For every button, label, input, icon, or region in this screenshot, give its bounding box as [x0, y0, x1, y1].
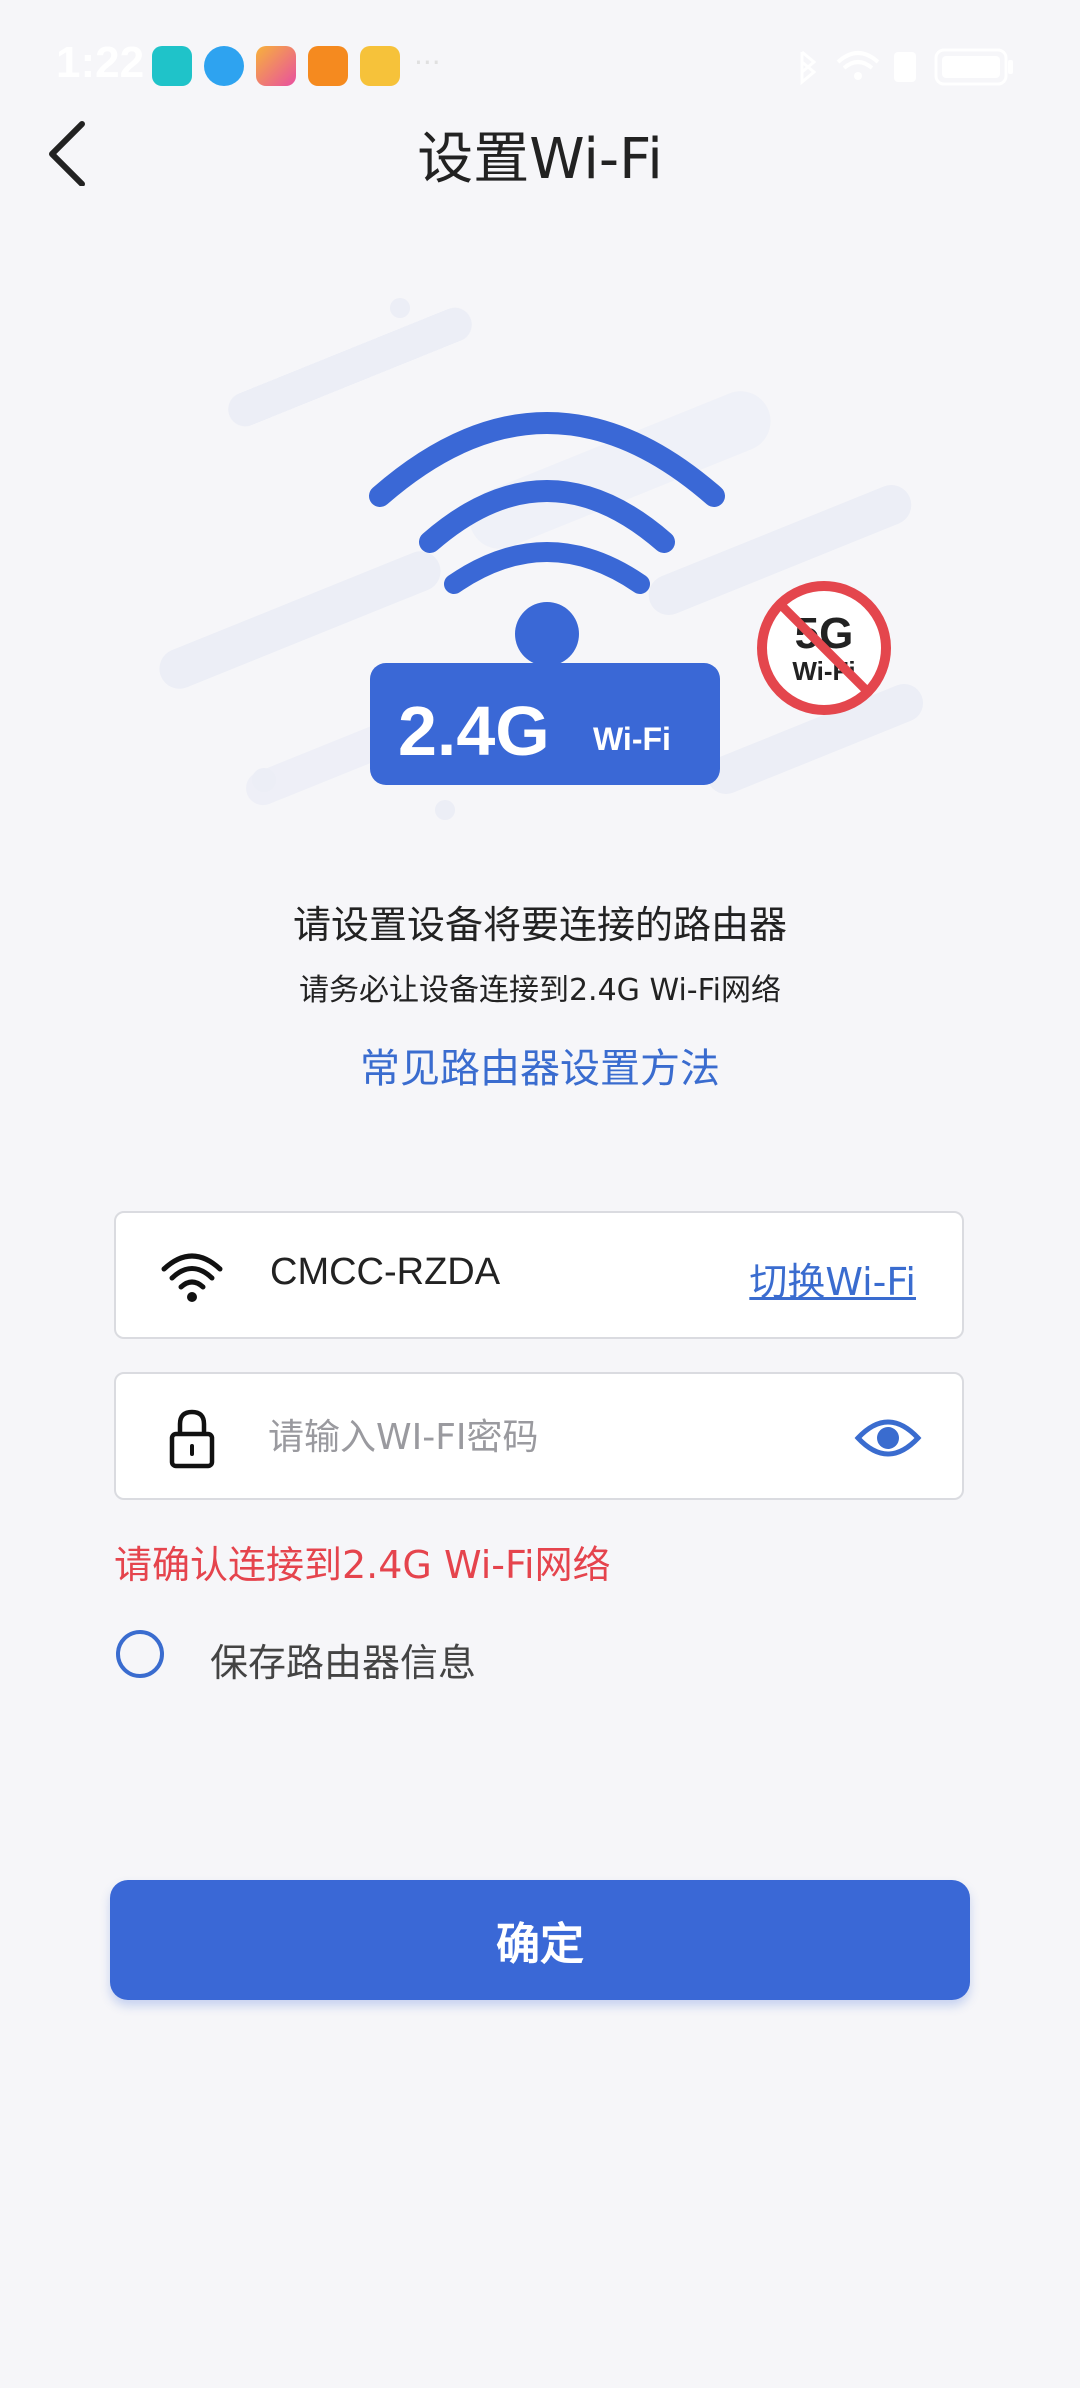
band-suffix: Wi-Fi: [593, 721, 671, 757]
wifi-icon: [161, 1253, 223, 1302]
more-notifications-icon: ···: [414, 46, 441, 79]
show-password-eye-icon[interactable]: [854, 1410, 922, 1466]
app-header: 设置Wi-Fi: [0, 100, 1080, 200]
switch-wifi-link[interactable]: 切换Wi-Fi: [749, 1251, 916, 1306]
band-label: 2.4G: [398, 692, 550, 770]
notification-app-icon: [204, 46, 244, 86]
confirm-button[interactable]: 确定: [110, 1880, 970, 2000]
band-warning-text: 请确认连接到2.4G Wi-Fi网络: [114, 1543, 611, 1587]
wifi-band-illustration: 2.4G Wi-Fi 5G Wi-Fi: [159, 298, 924, 820]
notification-app-icon: [308, 46, 348, 86]
wifi-ssid: CMCC-RZDA: [270, 1251, 501, 1293]
intro-subtext: 请务必让设备连接到2.4G Wi-Fi网络: [298, 973, 782, 1008]
wifi-password-input[interactable]: [266, 1404, 830, 1470]
notification-app-icon: [256, 46, 296, 86]
status-time: 1:22: [56, 38, 145, 87]
page-title: 设置Wi-Fi: [417, 127, 663, 192]
no-5g-icon: 5G Wi-Fi: [757, 581, 891, 715]
save-router-info-label: 保存路由器信息: [210, 1641, 477, 1685]
wifi-ssid-field: CMCC-RZDA 切换Wi-Fi: [114, 1211, 964, 1339]
wifi-password-field: [114, 1372, 964, 1500]
notification-app-icon: [152, 46, 192, 86]
weibo-icon: [360, 46, 400, 86]
lock-icon: [169, 1409, 215, 1469]
router-setup-help-link[interactable]: 常见路由器设置方法: [0, 1036, 1080, 1094]
status-indicators-icon: [800, 48, 1013, 86]
save-router-info-option[interactable]: 保存路由器信息: [114, 1628, 714, 1688]
save-router-info-radio[interactable]: [116, 1630, 164, 1678]
intro-heading: 请设置设备将要连接的路由器: [292, 903, 787, 947]
